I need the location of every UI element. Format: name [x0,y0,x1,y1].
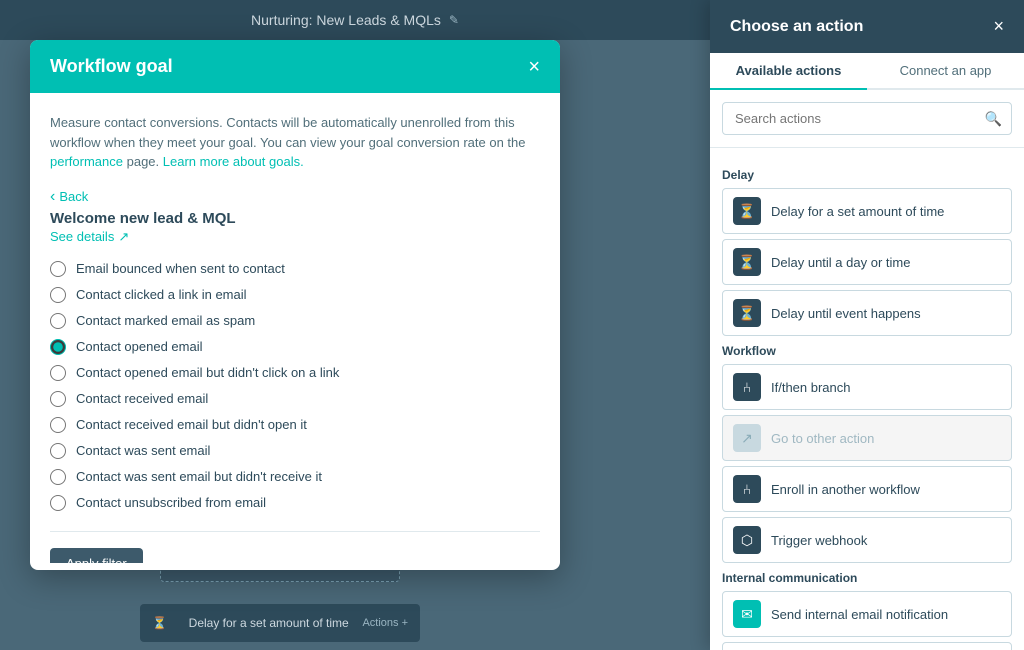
radio-r5[interactable] [50,365,66,381]
action-item-wf4[interactable]: ⬡ Trigger webhook [722,517,1012,563]
modal-body: Measure contact conversions. Contacts wi… [30,93,560,563]
radio-item: Contact received email [50,391,540,407]
right-panel: Choose an action × Available actionsConn… [710,0,1024,650]
action-label-wf2: Go to other action [771,431,874,446]
panel-tabs: Available actionsConnect an app [710,53,1024,90]
action-item-delay2[interactable]: ⏳ Delay until a day or time [722,239,1012,285]
action-label-delay3: Delay until event happens [771,306,921,321]
section-label: Workflow [722,344,1012,358]
action-label-wf3: Enroll in another workflow [771,482,920,497]
action-label-wf4: Trigger webhook [771,533,867,548]
radio-label-r4: Contact opened email [76,339,202,354]
radio-r8[interactable] [50,443,66,459]
radio-item: Contact clicked a link in email [50,287,540,303]
radio-item: Contact was sent email but didn't receiv… [50,469,540,485]
action-item-ic1[interactable]: ✉ Send internal email notification [722,591,1012,637]
top-bar: Nurturing: New Leads & MQLs ✎ [0,0,710,40]
radio-label-r3: Contact marked email as spam [76,313,255,328]
radio-item: Contact received email but didn't open i… [50,417,540,433]
radio-r6[interactable] [50,391,66,407]
workflow-goal-modal: Workflow goal × Measure contact conversi… [30,40,560,570]
action-icon-wf2: ↗ [733,424,761,452]
radio-list: Email bounced when sent to contact Contac… [50,261,540,511]
section-label: Internal communication [722,571,1012,585]
delay-block-label: Delay for a set amount of time [189,616,349,630]
panel-header: Choose an action × [710,0,1024,53]
panel-close-button[interactable]: × [993,16,1004,37]
radio-label-r5: Contact opened email but didn't click on… [76,365,339,380]
radio-label-r9: Contact was sent email but didn't receiv… [76,469,322,484]
back-link[interactable]: Back [50,188,540,206]
action-item-delay1[interactable]: ⏳ Delay for a set amount of time [722,188,1012,234]
action-item-wf2: ↗ Go to other action [722,415,1012,461]
radio-r1[interactable] [50,261,66,277]
modal-close-button[interactable]: × [528,57,540,77]
search-box: 🔍 [710,90,1024,148]
actions-list: Delay ⏳ Delay for a set amount of time ⏳ Del… [710,148,1024,650]
goal-title: Welcome new lead & MQL [50,210,540,227]
radio-item: Contact opened email but didn't click on… [50,365,540,381]
radio-item: Contact opened email [50,339,540,355]
radio-r4[interactable] [50,339,66,355]
tab-connect[interactable]: Connect an app [867,53,1024,90]
radio-label-r2: Contact clicked a link in email [76,287,247,302]
action-label-ic1: Send internal email notification [771,607,948,622]
radio-item: Contact marked email as spam [50,313,540,329]
external-link-icon: ↗ [118,229,129,245]
action-icon-delay2: ⏳ [733,248,761,276]
radio-label-r8: Contact was sent email [76,443,210,458]
action-item-wf3[interactable]: ⑃ Enroll in another workflow [722,466,1012,512]
radio-r7[interactable] [50,417,66,433]
tab-available[interactable]: Available actions [710,53,867,90]
performance-link[interactable]: performance [50,154,123,169]
radio-label-r6: Contact received email [76,391,208,406]
action-label-delay2: Delay until a day or time [771,255,910,270]
action-icon-wf1: ⑃ [733,373,761,401]
see-details-link[interactable]: See details ↗ [50,229,540,245]
search-input[interactable] [722,102,1012,135]
radio-label-r1: Email bounced when sent to contact [76,261,285,276]
modal-description: Measure contact conversions. Contacts wi… [50,113,540,172]
action-icon-wf4: ⬡ [733,526,761,554]
radio-r2[interactable] [50,287,66,303]
action-icon-ic1: ✉ [733,600,761,628]
radio-label-r7: Contact received email but didn't open i… [76,417,307,432]
modal-title: Workflow goal [50,56,173,77]
workflow-title: Nurturing: New Leads & MQLs [251,12,441,28]
action-icon-wf3: ⑃ [733,475,761,503]
radio-label-r10: Contact unsubscribed from email [76,495,266,510]
radio-item: Contact was sent email [50,443,540,459]
action-label-delay1: Delay for a set amount of time [771,204,944,219]
actions-dropdown[interactable]: Actions + [362,617,408,629]
radio-r9[interactable] [50,469,66,485]
radio-item: Email bounced when sent to contact [50,261,540,277]
search-icon: 🔍 [985,110,1002,127]
action-icon-delay1: ⏳ [733,197,761,225]
modal-header: Workflow goal × [30,40,560,93]
apply-filter-button[interactable]: Apply filter [50,548,143,564]
learn-more-link[interactable]: Learn more about goals. [163,154,304,169]
radio-item: Contact unsubscribed from email [50,495,540,511]
radio-r10[interactable] [50,495,66,511]
delay-icon: ⏳ [152,616,167,630]
action-item-wf1[interactable]: ⑃ If/then branch [722,364,1012,410]
action-item-ic2[interactable]: ✉Send internal marketing email [722,642,1012,650]
divider [50,531,540,532]
action-icon-delay3: ⏳ [733,299,761,327]
section-label: Delay [722,168,1012,182]
panel-title: Choose an action [730,18,863,36]
edit-icon[interactable]: ✎ [449,13,459,27]
delay-block: ⏳ Delay for a set amount of time Actions… [140,604,420,642]
action-label-wf1: If/then branch [771,380,851,395]
radio-r3[interactable] [50,313,66,329]
action-item-delay3[interactable]: ⏳ Delay until event happens [722,290,1012,336]
